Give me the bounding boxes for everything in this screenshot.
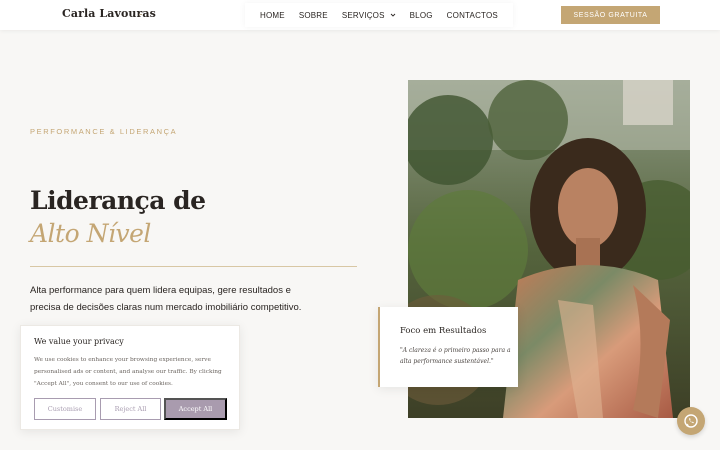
quote-card-title: Foco em Resultados	[400, 326, 487, 336]
hero-title-line1: Liderança de	[30, 186, 206, 215]
cookie-consent-banner: We value your privacy We use cookies to …	[20, 325, 240, 430]
nav-blog[interactable]: BLOG	[410, 11, 433, 20]
nav-home[interactable]: HOME	[260, 11, 285, 20]
cookie-reject-button[interactable]: Reject All	[100, 398, 161, 420]
hero-divider	[30, 266, 357, 267]
cookie-customise-button[interactable]: Customise	[34, 398, 96, 420]
nav-sobre[interactable]: SOBRE	[299, 11, 328, 20]
site-header: Carla Lavouras HOME SOBRE SERVIÇOS BLOG …	[0, 0, 720, 30]
nav-servicos-label: SERVIÇOS	[341, 10, 385, 20]
hero-eyebrow: PERFORMANCE & LIDERANÇA	[30, 127, 178, 136]
hero-lead: Alta performance para quem lidera equipa…	[30, 285, 302, 313]
cookie-text: We use cookies to enhance your browsing …	[34, 357, 222, 387]
quote-card-text: "A clareza é o primeiro passo para a alt…	[400, 347, 511, 365]
quote-card: Foco em Resultados "A clareza é o primei…	[378, 307, 518, 387]
hero-title-line2: Alto Nível	[30, 219, 151, 248]
free-session-button[interactable]: SESSÃO GRATUITA	[561, 6, 660, 24]
nav-contactos[interactable]: CONTACTOS	[447, 11, 498, 20]
chevron-down-icon	[390, 13, 395, 17]
whatsapp-button[interactable]	[677, 407, 705, 435]
main-nav: HOME SOBRE SERVIÇOS BLOG CONTACTOS	[245, 3, 513, 27]
whatsapp-icon	[684, 414, 698, 428]
nav-servicos[interactable]: SERVIÇOS	[342, 11, 396, 20]
logo-accent	[139, 14, 142, 15]
cookie-accept-button[interactable]: Accept All	[164, 398, 227, 420]
cookie-title: We value your privacy	[34, 337, 124, 346]
